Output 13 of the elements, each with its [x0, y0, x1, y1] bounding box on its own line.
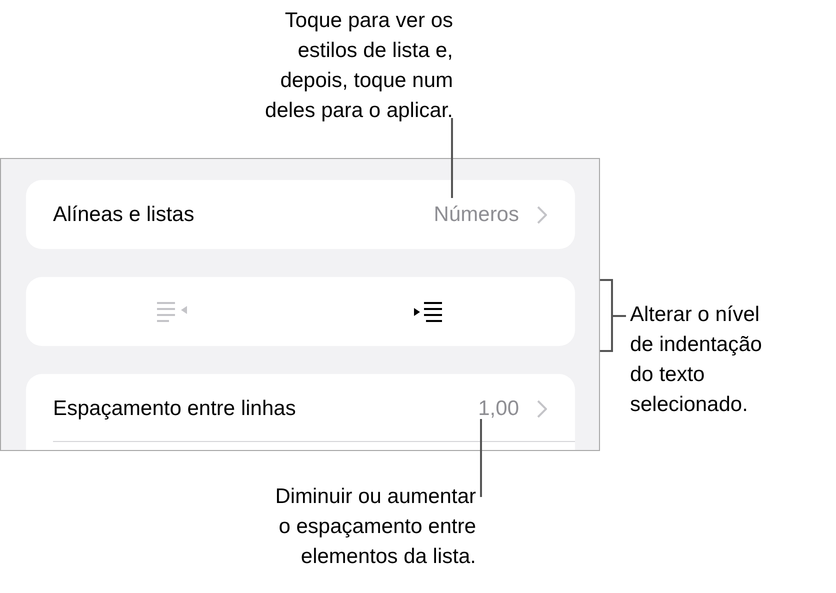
chevron-icon: [537, 400, 547, 418]
callout-text: Diminuir ou aumentar o espaçamento entre elementos da lista.: [275, 484, 476, 570]
callout-text: Toque para ver os estilos de lista e, depois, toque num deles para o aplicar.: [265, 8, 453, 124]
disclosure-row[interactable]: Alíneas e listas Números: [26, 180, 575, 249]
row-label: Espaçamento entre linhas: [53, 396, 297, 420]
disclosure-row[interactable]: Espaçamento entre linhas 1,00: [26, 374, 575, 450]
row-label: Alíneas e listas: [53, 202, 196, 226]
row-value: Números: [434, 202, 519, 226]
chevron-icon: [537, 206, 547, 224]
row-value: 1,00: [478, 396, 519, 420]
outdent-icon: [157, 300, 190, 324]
callout-text: Alterar o nível de indentação do texto selecionado.: [630, 302, 762, 418]
indent-icon: [412, 300, 444, 324]
